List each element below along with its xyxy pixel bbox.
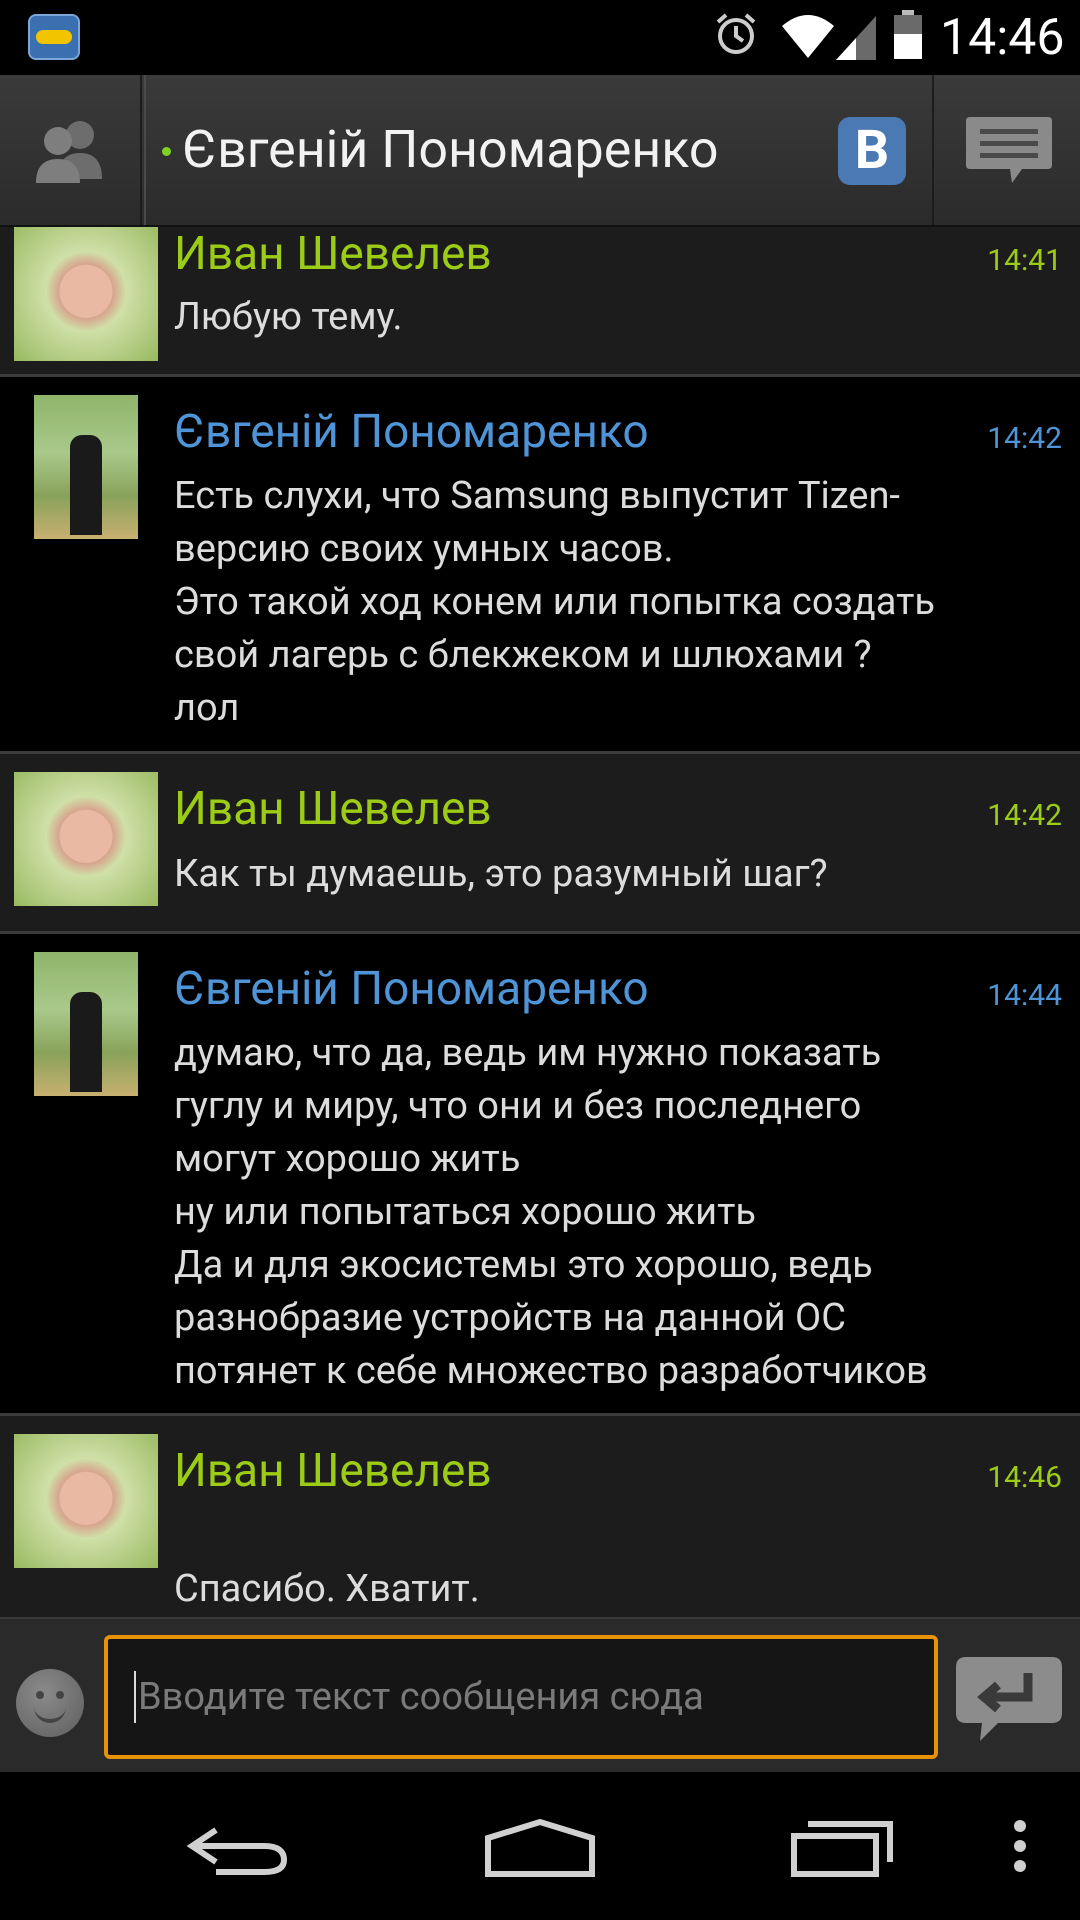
app-im-icon [28,14,80,60]
message-text: думаю, что да, ведь им нужно показать гу… [174,1031,928,1393]
back-icon[interactable] [186,1820,290,1876]
message-text-content: Спасибо. Хватит. [174,1567,480,1611]
contact-name: Євгеній Пономаренко [182,119,719,180]
signal-icon [836,16,876,60]
emoticon-button[interactable] [16,1669,84,1737]
clock: 14:46 [940,9,1065,67]
text-cursor [134,1671,136,1723]
message-time: 14:42 [987,421,1062,456]
avatar [14,227,158,361]
recent-apps-icon[interactable] [790,1818,896,1878]
online-status-dot [162,147,171,156]
home-icon[interactable] [484,1818,596,1878]
send-button[interactable] [954,1655,1064,1743]
message-item[interactable]: Иван Шевелев 14:42 Как ты думаешь, это р… [0,754,1080,934]
avatar [14,1434,158,1568]
navigation-bar [0,1772,1080,1920]
message-sender: Иван Шевелев [174,1444,492,1498]
contacts-icon [36,121,102,183]
chats-button[interactable] [932,75,1080,225]
message-time: 14:41 [987,243,1062,278]
battery-icon [894,10,922,59]
message-item[interactable]: Иван Шевелев 14:41 Любую тему. [0,227,1080,377]
message-time: 14:44 [987,978,1062,1013]
message-sender: Иван Шевелев [174,782,492,836]
status-bar: 14:46 [0,0,1080,75]
message-time: 14:46 [987,1460,1062,1495]
contact-title-area[interactable]: Євгеній Пономаренко В [144,75,932,225]
wifi-icon [782,15,834,58]
chat-list-icon [966,117,1052,183]
message-item[interactable]: Євгеній Пономаренко 14:44 думаю, что да,… [0,934,1080,1416]
message-text: Есть слухи, что Samsung выпустит Tizen- … [174,474,936,730]
overflow-menu-icon[interactable] [1008,1818,1032,1874]
avatar [34,395,138,539]
message-item[interactable]: Иван Шевелев 14:46 Спасибо. Хватит. [0,1416,1080,1670]
message-sender: Иван Шевелев [174,227,492,281]
avatar [14,772,158,906]
chat-header: Євгеній Пономаренко В [0,75,1080,227]
message-text: Любую тему. [174,295,403,339]
composer-bar [0,1617,1080,1774]
message-text: Как ты думаешь, это разумный шаг? [174,852,828,896]
avatar [34,952,138,1096]
message-item[interactable]: Євгеній Пономаренко 14:42 Есть слухи, чт… [0,377,1080,754]
message-sender: Євгеній Пономаренко [174,962,649,1016]
contacts-button[interactable] [0,75,142,225]
message-sender: Євгеній Пономаренко [174,405,649,459]
message-input[interactable] [104,1635,938,1759]
vk-network-badge: В [838,117,906,185]
alarm-icon [716,13,756,54]
message-time: 14:42 [987,798,1062,833]
